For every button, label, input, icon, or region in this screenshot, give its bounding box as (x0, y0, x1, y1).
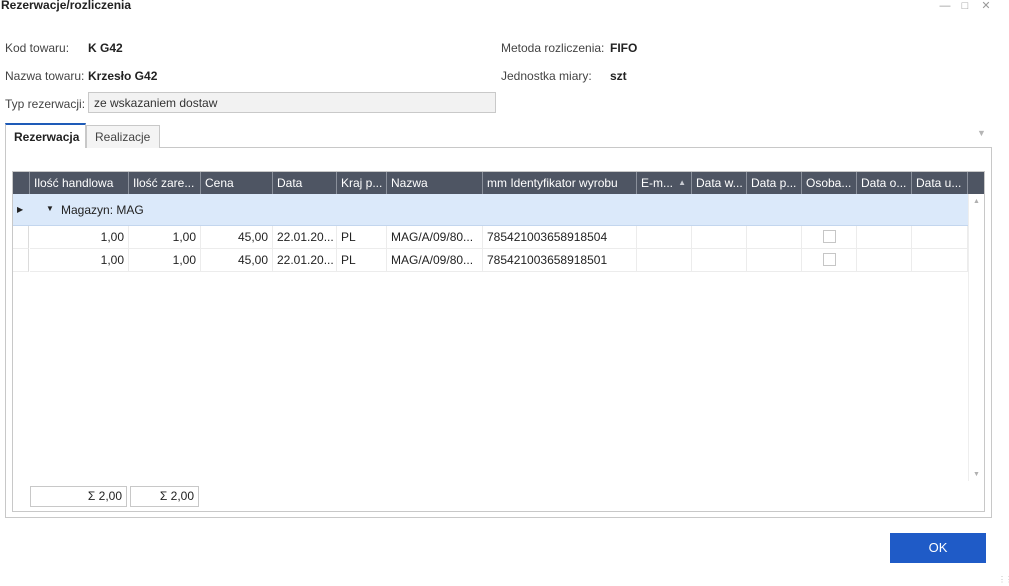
cell-identyfikator[interactable]: 785421003658918501 (483, 249, 637, 272)
column-header-identyfikator[interactable]: mm Identyfikator wyrobu (483, 172, 637, 194)
column-header-ilosc-zarezerwowana[interactable]: Ilość zare... (129, 172, 201, 194)
row-pointer-icon: ▶ (17, 205, 24, 214)
column-header-kraj[interactable]: Kraj p... (337, 172, 387, 194)
cell-data[interactable]: 22.01.20... (273, 226, 337, 249)
cell-data-p[interactable] (747, 226, 802, 249)
scroll-down-icon[interactable]: ▼ (973, 471, 980, 478)
sort-asc-icon: ▲ (678, 178, 686, 187)
cell-ilosc-handlowa[interactable]: 1,00 (30, 249, 129, 272)
minimize-icon[interactable]: — (938, 0, 952, 13)
cell-cena[interactable]: 45,00 (201, 226, 273, 249)
nazwa-towaru-label: Nazwa towaru: (5, 69, 85, 83)
maximize-icon[interactable]: □ (958, 0, 972, 13)
cell-data-p[interactable] (747, 249, 802, 272)
cell-data-o[interactable] (857, 226, 912, 249)
column-header-email-label: E-m... (641, 176, 673, 190)
cell-data-w[interactable] (692, 226, 747, 249)
ok-button[interactable]: OK (890, 533, 986, 563)
table-row[interactable]: 1,00 1,00 45,00 22.01.20... PL MAG/A/09/… (13, 226, 968, 249)
column-header-email[interactable]: E-m... ▲ (637, 172, 692, 194)
column-header-data[interactable]: Data (273, 172, 337, 194)
cell-email[interactable] (637, 249, 692, 272)
tab-realizacje[interactable]: Realizacje (86, 125, 160, 148)
jednostka-miary-label: Jednostka miary: (501, 69, 592, 83)
row-indent-cell (13, 226, 29, 249)
resize-grip-icon[interactable]: ⋮⋮ (998, 575, 1009, 584)
cell-nazwa[interactable]: MAG/A/09/80... (387, 226, 483, 249)
window-title: Rezerwacje/rozliczenia (1, 0, 132, 12)
cell-data-u[interactable] (912, 249, 968, 272)
cell-data-o[interactable] (857, 249, 912, 272)
vertical-scrollbar[interactable]: ▲ ▼ (968, 194, 984, 481)
column-header-nazwa[interactable]: Nazwa (387, 172, 483, 194)
column-header-data-u[interactable]: Data u... (912, 172, 968, 194)
nazwa-towaru-value: Krzesło G42 (88, 69, 158, 83)
column-header-data-o[interactable]: Data o... (857, 172, 912, 194)
close-icon[interactable]: ✕ (979, 0, 993, 13)
column-header-data-w[interactable]: Data w... (692, 172, 747, 194)
osoba-checkbox[interactable] (822, 253, 836, 267)
collapse-group-icon[interactable]: ▼ (46, 204, 54, 213)
column-header-cena[interactable]: Cena (201, 172, 273, 194)
group-label: Magazyn: MAG (61, 203, 144, 217)
sum-ilosc-zarezerwowana: Σ 2,00 (130, 486, 199, 507)
cell-kraj[interactable]: PL (337, 226, 387, 249)
kod-towaru-label: Kod towaru: (5, 41, 70, 55)
column-header-data-p[interactable]: Data p... (747, 172, 802, 194)
chevron-down-icon[interactable]: ▼ (977, 128, 987, 138)
cell-cena[interactable]: 45,00 (201, 249, 273, 272)
metoda-rozliczenia-value: FIFO (610, 41, 638, 55)
cell-email[interactable] (637, 226, 692, 249)
cell-ilosc-handlowa[interactable]: 1,00 (30, 226, 129, 249)
header-scroll-spacer (968, 172, 984, 194)
cell-ilosc-zarezerwowana[interactable]: 1,00 (129, 249, 201, 272)
cell-osoba (802, 249, 857, 272)
cell-data-u[interactable] (912, 226, 968, 249)
cell-data-w[interactable] (692, 249, 747, 272)
kod-towaru-value: K G42 (88, 41, 123, 55)
tab-rezerwacja[interactable]: Rezerwacja (5, 123, 86, 148)
table-row[interactable]: 1,00 1,00 45,00 22.01.20... PL MAG/A/09/… (13, 249, 968, 272)
cell-nazwa[interactable]: MAG/A/09/80... (387, 249, 483, 272)
title-bar: Rezerwacje/rozliczenia — □ ✕ (0, 0, 1009, 14)
cell-identyfikator[interactable]: 785421003658918504 (483, 226, 637, 249)
column-header-ilosc-handlowa[interactable]: Ilość handlowa (30, 172, 129, 194)
cell-ilosc-zarezerwowana[interactable]: 1,00 (129, 226, 201, 249)
cell-osoba (802, 226, 857, 249)
metoda-rozliczenia-label: Metoda rozliczenia: (501, 41, 605, 55)
column-header-osoba[interactable]: Osoba... (802, 172, 857, 194)
typ-rezerwacji-label: Typ rezerwacji: (5, 97, 86, 111)
scroll-up-icon[interactable]: ▲ (973, 198, 980, 205)
cell-kraj[interactable]: PL (337, 249, 387, 272)
grid-footer: Σ 2,00 Σ 2,00 (12, 481, 985, 512)
header-indicator-cell (13, 172, 30, 194)
row-indent-cell (13, 249, 29, 272)
grid-header: Ilość handlowa Ilość zare... Cena Data K… (13, 172, 984, 194)
reservations-grid: Ilość handlowa Ilość zare... Cena Data K… (12, 171, 985, 482)
cell-data[interactable]: 22.01.20... (273, 249, 337, 272)
jednostka-miary-value: szt (610, 69, 627, 83)
osoba-checkbox[interactable] (822, 230, 836, 244)
group-row[interactable]: ▶ ▼ Magazyn: MAG (13, 194, 968, 226)
sum-ilosc-handlowa: Σ 2,00 (30, 486, 127, 507)
typ-rezerwacji-field[interactable]: ze wskazaniem dostaw (88, 92, 496, 113)
